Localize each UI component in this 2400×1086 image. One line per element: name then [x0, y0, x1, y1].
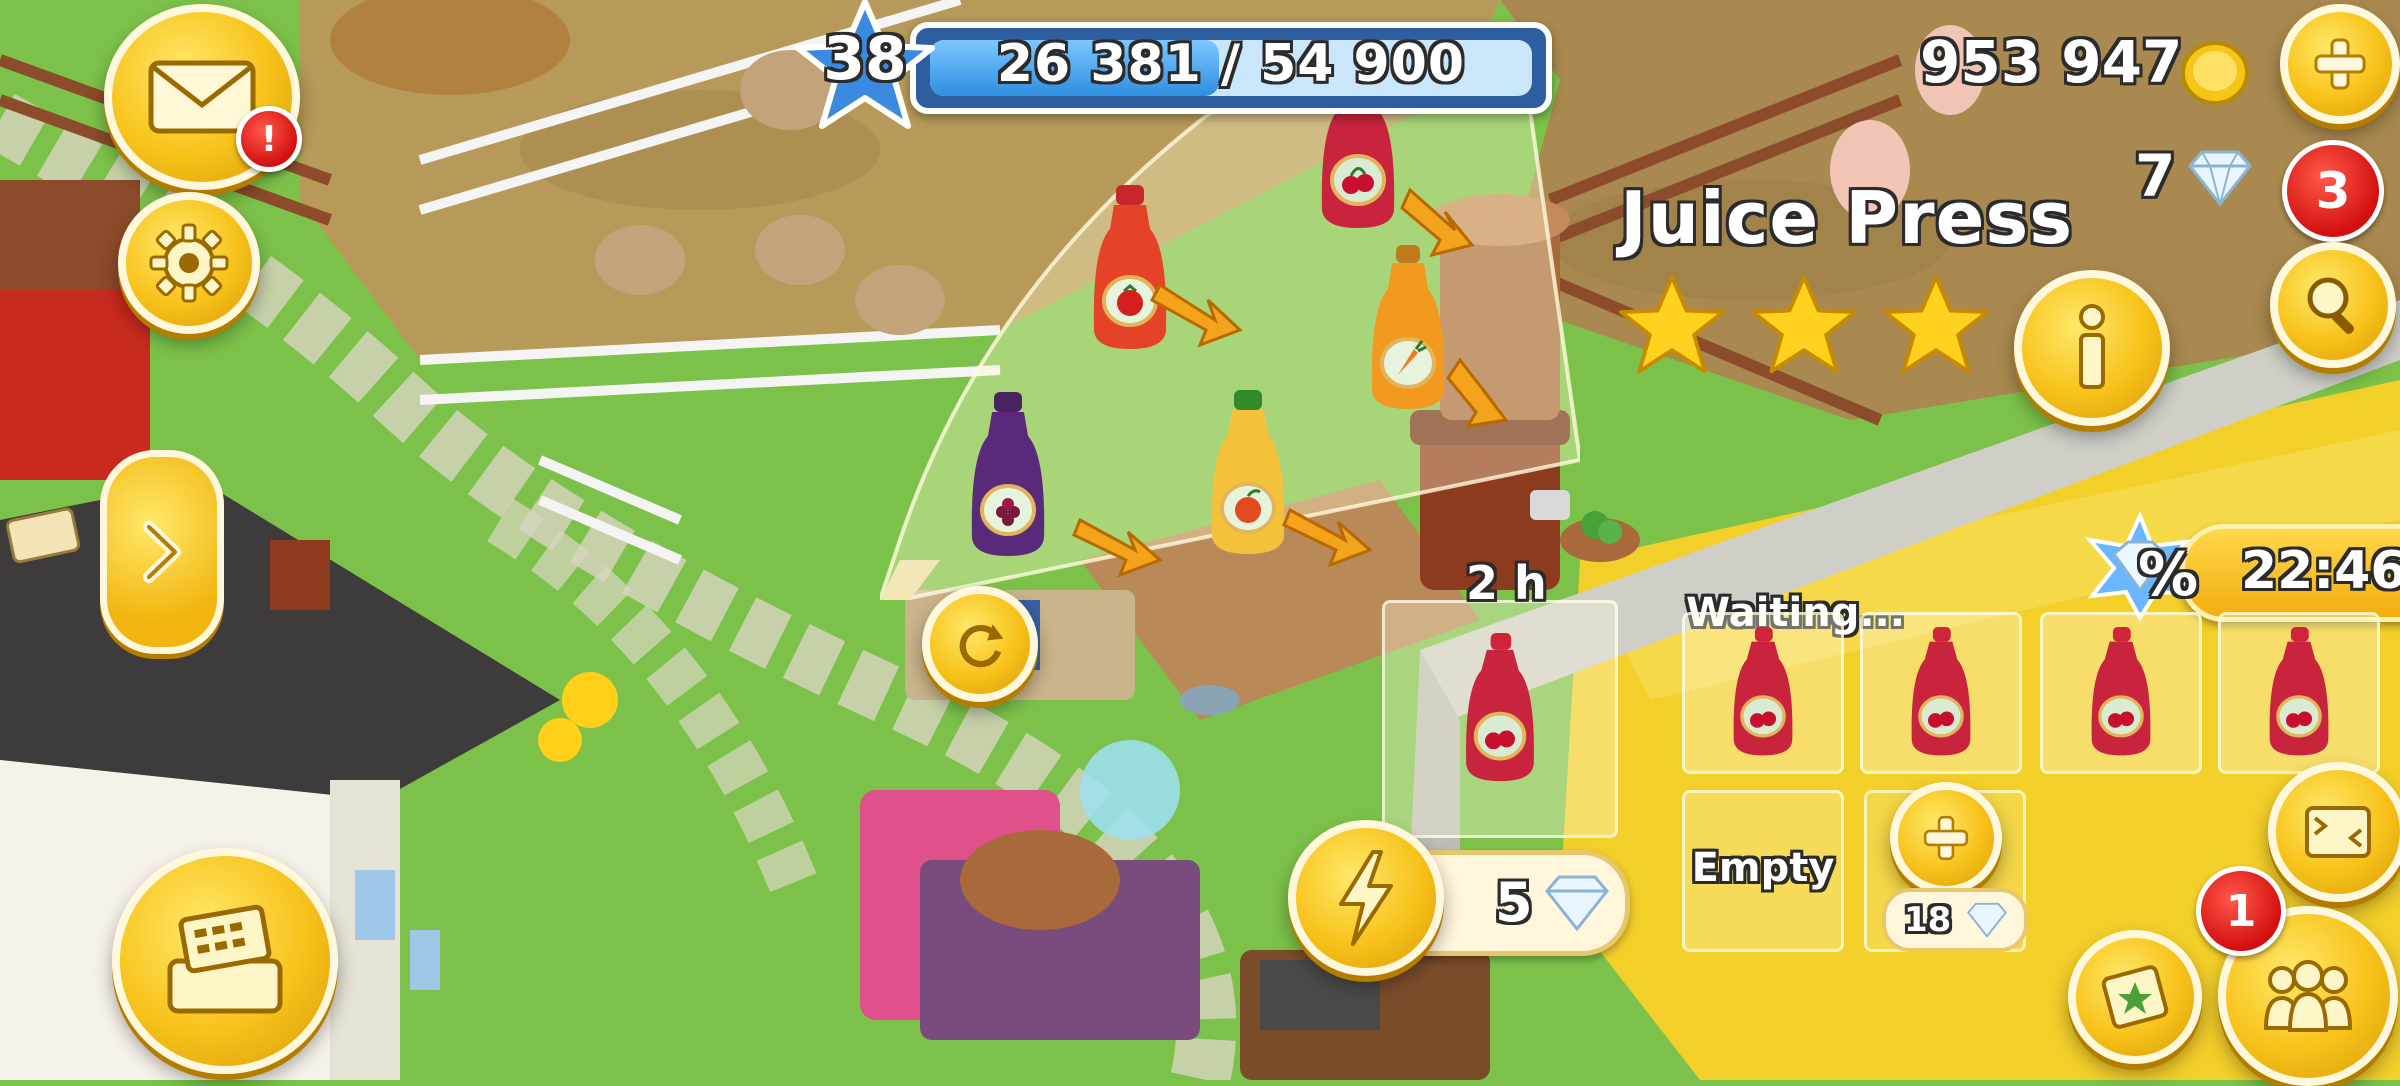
refresh-button[interactable]: [922, 586, 1038, 702]
scroll-icon[interactable]: [0, 500, 90, 570]
screen-capture-icon: [2305, 806, 2371, 858]
refresh-icon: [959, 624, 1004, 668]
info-icon: [2079, 304, 2105, 389]
level-star[interactable]: 38: [790, 0, 940, 130]
cherry-juice-icon: [1466, 633, 1534, 782]
diamond-icon: [1545, 875, 1609, 932]
add-coins-button[interactable]: [2280, 4, 2400, 124]
building-stars: [1615, 270, 1993, 380]
building-title: Juice Press: [1620, 176, 2074, 260]
offer-timer-text: 22:46: [2241, 541, 2400, 601]
queue-slot-item[interactable]: [2040, 612, 2202, 774]
star-icon: [1619, 275, 1725, 374]
empty-slot-label: Empty: [1691, 845, 1835, 891]
xp-text: 26 381 / 54 900: [996, 34, 1466, 94]
shop-button[interactable]: [112, 848, 338, 1074]
diamond-count: 7: [2135, 142, 2176, 210]
coin-count: 953 947: [1920, 28, 2183, 96]
magnifier-icon: [2307, 277, 2355, 335]
star-icon: [1751, 275, 1857, 374]
map-icon: [2101, 965, 2169, 1029]
people-icon: [2263, 960, 2353, 1032]
friends-badge: 1: [2196, 866, 2286, 956]
cherry-juice-icon: [2091, 627, 2151, 756]
coin-icon: [2181, 41, 2249, 105]
screenshot-button[interactable]: [2268, 762, 2400, 902]
blackberry-juice-icon: [971, 392, 1045, 556]
expand-panel-button[interactable]: [100, 450, 224, 654]
diamond-icon: [1967, 902, 2007, 938]
recipe-blackberry-juice[interactable]: [968, 392, 1048, 561]
unlock-cost-pill: 18: [1882, 888, 2028, 952]
queue-slot-item[interactable]: [2218, 612, 2380, 774]
boost-button[interactable]: [1288, 820, 1444, 976]
info-button[interactable]: [2014, 270, 2170, 426]
recipe-arrows: [1072, 187, 1509, 578]
discount-percent: %: [2138, 540, 2199, 610]
star-icon: [1883, 275, 1989, 374]
settings-button[interactable]: [118, 192, 260, 334]
notification-badge[interactable]: 3: [2282, 140, 2384, 242]
cash-register-icon: [167, 904, 283, 1014]
unlock-slot-button[interactable]: [1890, 782, 2002, 894]
queue-slot-item[interactable]: [1682, 612, 1844, 774]
chevron-right-icon: [143, 521, 181, 583]
finish-cost: 5: [1495, 871, 1533, 934]
level-number: 38: [823, 24, 907, 94]
discount-badge: %: [2080, 510, 2200, 623]
cherry-juice-icon: [1733, 627, 1793, 756]
empty-queue-slot[interactable]: Empty: [1682, 790, 1844, 952]
current-production-slot[interactable]: [1382, 600, 1618, 838]
diamond-icon: [2188, 150, 2252, 208]
unlock-cost: 18: [1904, 900, 1952, 940]
lightning-icon: [1339, 850, 1393, 946]
cherry-juice-icon: [2269, 627, 2329, 756]
xp-bar[interactable]: 26 381 / 54 900: [910, 22, 1552, 114]
production-timer: 2 h: [1466, 556, 1547, 610]
map-button[interactable]: [2068, 930, 2202, 1064]
mail-alert-badge: !: [236, 106, 302, 172]
plus-icon: [2314, 38, 2366, 90]
queue-slot-item[interactable]: [1860, 612, 2022, 774]
cherry-juice-icon: [1911, 627, 1971, 756]
gear-icon: [149, 223, 229, 303]
plus-icon: [1923, 815, 1969, 861]
search-button[interactable]: [2270, 242, 2396, 368]
offer-timer[interactable]: 22:46: [2180, 524, 2400, 622]
